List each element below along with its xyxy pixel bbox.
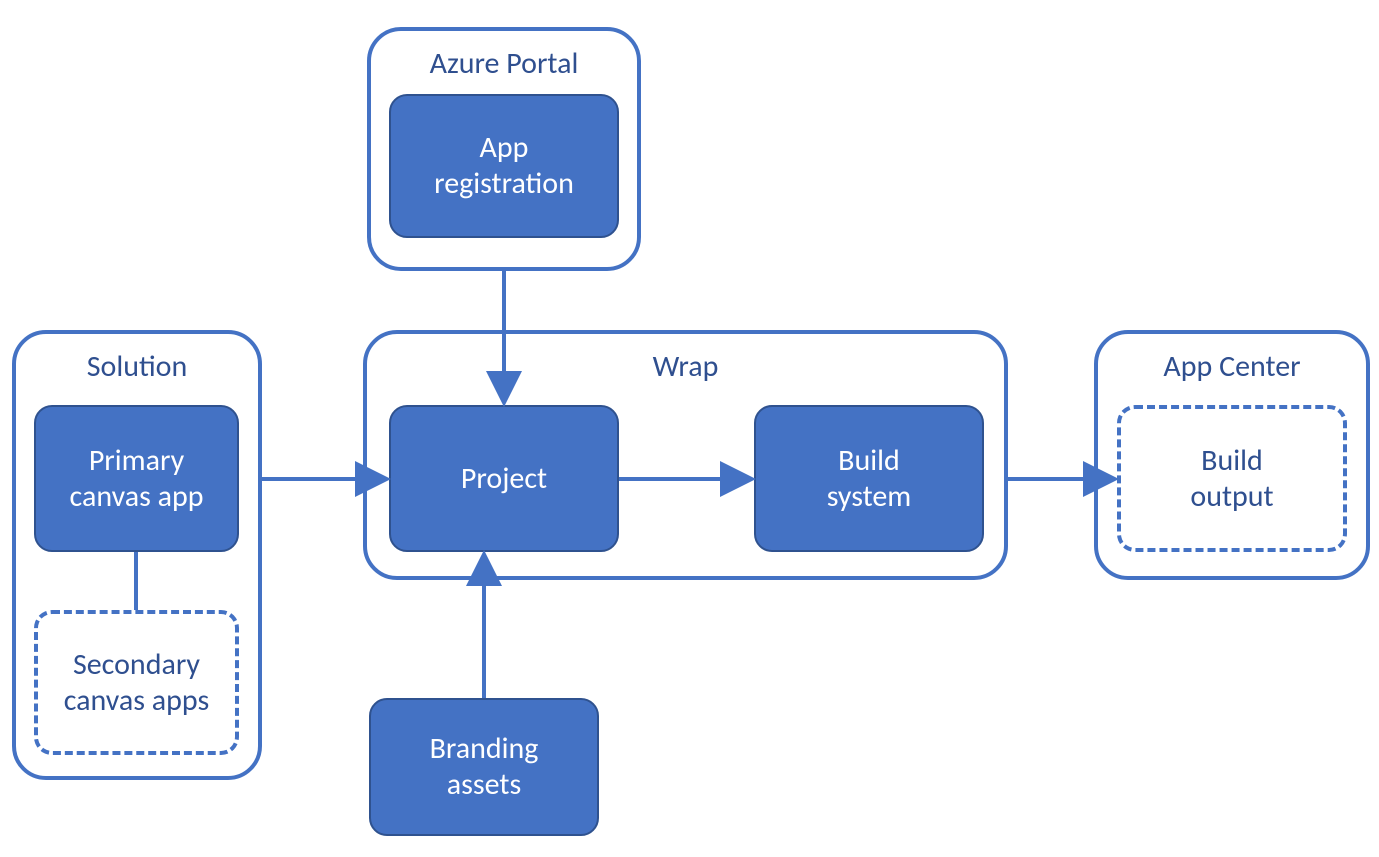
branding-assets-label: Branding assets <box>430 731 539 803</box>
app-registration-node: App registration <box>389 94 619 238</box>
build-output-label: Build output <box>1190 443 1273 515</box>
secondary-canvas-apps-label: Secondary canvas apps <box>64 647 210 719</box>
solution-title: Solution <box>16 348 258 385</box>
primary-canvas-app-label: Primary canvas app <box>70 443 204 515</box>
build-output-node: Build output <box>1117 405 1347 552</box>
azure-portal-title: Azure Portal <box>371 45 637 82</box>
project-label: Project <box>461 461 547 497</box>
wrap-title: Wrap <box>367 348 1004 385</box>
project-node: Project <box>389 405 619 552</box>
app-registration-label: App registration <box>434 130 574 202</box>
app-center-title: App Center <box>1098 348 1366 385</box>
build-system-node: Build system <box>754 405 984 552</box>
secondary-canvas-apps-node: Secondary canvas apps <box>34 610 239 755</box>
branding-assets-node: Branding assets <box>369 698 599 836</box>
build-system-label: Build system <box>827 443 912 515</box>
primary-canvas-app-node: Primary canvas app <box>34 405 239 552</box>
